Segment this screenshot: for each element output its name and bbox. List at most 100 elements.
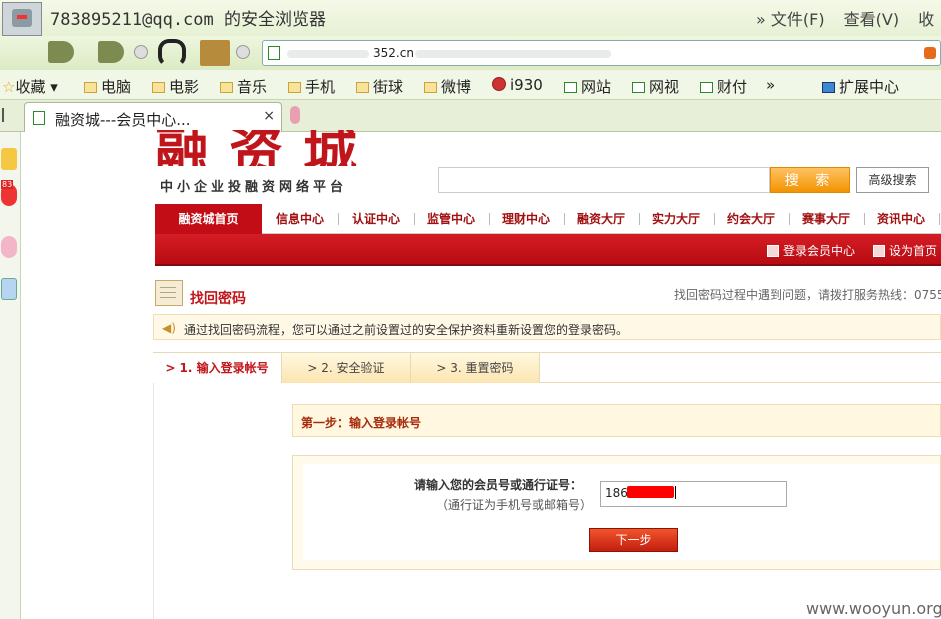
url-blur bbox=[287, 50, 369, 58]
favorites-menu[interactable]: ☆收藏 ▾ bbox=[2, 76, 58, 97]
fav-folder-music[interactable]: 音乐 bbox=[220, 76, 267, 97]
nav-cert-center[interactable]: 认证中心 bbox=[341, 204, 411, 234]
address-bar[interactable]: 352.cn bbox=[262, 40, 941, 66]
title-bar: 783895211@qq.com 的安全浏览器 » 文件(F) 查看(V) 收 bbox=[0, 0, 941, 36]
service-hotline: 找回密码过程中遇到问题，请拨打服务热线：0755 bbox=[674, 288, 941, 302]
tab-bar: 融资城---会员中心... × bbox=[0, 100, 941, 132]
fav-folder-movie[interactable]: 电影 bbox=[152, 76, 199, 97]
tab-active[interactable]: 融资城---会员中心... × bbox=[24, 102, 282, 132]
notice-text: 通过找回密码流程，您可以通过之前设置过的安全保护资料重新设置您的登录密码。 bbox=[184, 323, 629, 337]
new-tab-icon[interactable] bbox=[290, 106, 300, 124]
search-button[interactable]: 搜 索 bbox=[770, 167, 850, 193]
add-panel-icon[interactable] bbox=[1, 278, 17, 300]
folder-icon bbox=[424, 82, 437, 93]
site-search-input[interactable] bbox=[438, 167, 770, 193]
folder-icon bbox=[356, 82, 369, 93]
speaker-icon: ◀) bbox=[162, 321, 176, 335]
set-home-link[interactable]: 设为首页 bbox=[873, 242, 937, 259]
tab-list-icon[interactable] bbox=[2, 108, 10, 122]
site-slogan: 中小企业投融资网络平台 bbox=[160, 180, 348, 195]
extension-icon bbox=[822, 82, 835, 93]
fav-i930[interactable]: i930 bbox=[492, 76, 543, 94]
weibo-badge: 83 bbox=[1, 180, 14, 189]
user-avatar[interactable] bbox=[2, 2, 42, 36]
next-step-button[interactable]: 下一步 bbox=[589, 528, 678, 552]
folder-icon bbox=[220, 82, 233, 93]
menu-favorites[interactable]: 收 bbox=[918, 10, 934, 29]
browser-sidebar: 83 bbox=[0, 132, 21, 619]
site-logo[interactable]: 融资城 bbox=[155, 130, 385, 166]
close-icon[interactable]: × bbox=[263, 108, 275, 124]
menu-view[interactable]: 查看(V) bbox=[844, 10, 899, 29]
fav-more[interactable]: » bbox=[766, 76, 775, 94]
fav-tenpay[interactable]: 财付 bbox=[700, 76, 747, 97]
fav-video[interactable]: 网视 bbox=[632, 76, 679, 97]
fav-site[interactable]: 网站 bbox=[564, 76, 611, 97]
nav-news-center[interactable]: 资讯中心 bbox=[866, 204, 936, 234]
nav-strength-hall[interactable]: 实力大厅 bbox=[641, 204, 711, 234]
step-1-tab: > 1. 输入登录帐号 bbox=[153, 353, 282, 383]
nav-financing-hall[interactable]: 融资大厅 bbox=[566, 204, 636, 234]
menu-file[interactable]: » 文件(F) bbox=[756, 10, 825, 29]
nav-finance[interactable]: 理财中心 bbox=[491, 204, 561, 234]
fav-folder-streetball[interactable]: 街球 bbox=[356, 76, 403, 97]
home-dropdown-icon[interactable] bbox=[236, 45, 250, 59]
dropdown-icon[interactable] bbox=[134, 45, 148, 59]
window-title: 783895211@qq.com 的安全浏览器 bbox=[50, 10, 326, 30]
extension-center[interactable]: 扩展中心 bbox=[822, 76, 899, 97]
folder-icon bbox=[84, 82, 97, 93]
page-icon bbox=[632, 82, 645, 93]
advanced-search-button[interactable]: 高级搜索 bbox=[856, 167, 929, 193]
browser-window: 783895211@qq.com 的安全浏览器 » 文件(F) 查看(V) 收 … bbox=[0, 0, 941, 619]
flower-icon[interactable] bbox=[1, 236, 17, 258]
star-icon: ☆ bbox=[2, 78, 16, 96]
address-bar-icon[interactable] bbox=[924, 47, 936, 59]
back-icon[interactable] bbox=[48, 41, 74, 63]
main-nav: 融资城首页 信息中心 认证中心 监管中心 理财中心 融资大厅 实力大厅 约会大厅… bbox=[155, 204, 941, 234]
folder-icon bbox=[152, 82, 165, 93]
page-icon bbox=[564, 82, 577, 93]
window-menu: » 文件(F) 查看(V) 收 bbox=[742, 6, 934, 30]
favorites-bar: ☆收藏 ▾ 电脑 电影 音乐 手机 街球 微博 i930 网站 网视 财付 » … bbox=[0, 70, 941, 100]
step-tabs: > 1. 输入登录帐号 > 2. 安全验证 > 3. 重置密码 bbox=[153, 352, 941, 383]
folder-icon bbox=[288, 82, 301, 93]
navigation-bar: 352.cn bbox=[0, 36, 941, 70]
fav-folder-phone[interactable]: 手机 bbox=[288, 76, 335, 97]
redaction-mark bbox=[627, 486, 674, 498]
account-hint: （通行证为手机号或邮箱号） bbox=[436, 498, 593, 512]
nav-event-hall[interactable]: 赛事大厅 bbox=[791, 204, 861, 234]
fav-folder-computer[interactable]: 电脑 bbox=[84, 76, 131, 97]
page-icon bbox=[33, 111, 45, 125]
user-icon bbox=[767, 245, 779, 257]
page-favicon bbox=[268, 46, 280, 60]
step-heading-panel: 第一步：输入登录帐号 bbox=[292, 404, 941, 437]
home-icon[interactable] bbox=[200, 40, 230, 66]
refresh-icon[interactable] bbox=[158, 39, 186, 67]
url-text: 352.cn bbox=[373, 46, 414, 60]
player-icon bbox=[492, 77, 506, 91]
logo-text: 融资城 bbox=[155, 130, 377, 166]
member-login-link[interactable]: 登录会员中心 bbox=[767, 242, 855, 259]
page-icon bbox=[700, 82, 713, 93]
favorite-star-icon[interactable] bbox=[1, 148, 17, 170]
tab-title: 融资城---会员中心... bbox=[55, 111, 191, 129]
nav-home[interactable]: 融资城首页 bbox=[155, 204, 262, 234]
notice-bar: ◀) 通过找回密码流程，您可以通过之前设置过的安全保护资料重新设置您的登录密码。 bbox=[153, 314, 941, 340]
member-bar: 登录会员中心 设为首页 bbox=[155, 234, 941, 266]
nav-info-center[interactable]: 信息中心 bbox=[265, 204, 335, 234]
page-title: 找回密码 bbox=[190, 291, 246, 307]
forward-icon[interactable] bbox=[98, 41, 124, 63]
weibo-icon[interactable]: 83 bbox=[1, 180, 17, 206]
url-blur bbox=[415, 50, 611, 58]
account-label: 请输入您的会员号或通行证号： bbox=[414, 478, 583, 492]
nav-supervision[interactable]: 监管中心 bbox=[416, 204, 486, 234]
form-panel bbox=[292, 455, 941, 570]
fav-folder-weibo[interactable]: 微博 bbox=[424, 76, 471, 97]
notepad-icon bbox=[155, 280, 183, 306]
step-3-tab: > 3. 重置密码 bbox=[411, 353, 540, 383]
text-caret bbox=[674, 486, 676, 499]
watermark: www.wooyun.org bbox=[806, 599, 941, 618]
nav-dating-hall[interactable]: 约会大厅 bbox=[716, 204, 786, 234]
step-2-tab: > 2. 安全验证 bbox=[282, 353, 411, 383]
step-heading: 第一步：输入登录帐号 bbox=[301, 416, 422, 430]
